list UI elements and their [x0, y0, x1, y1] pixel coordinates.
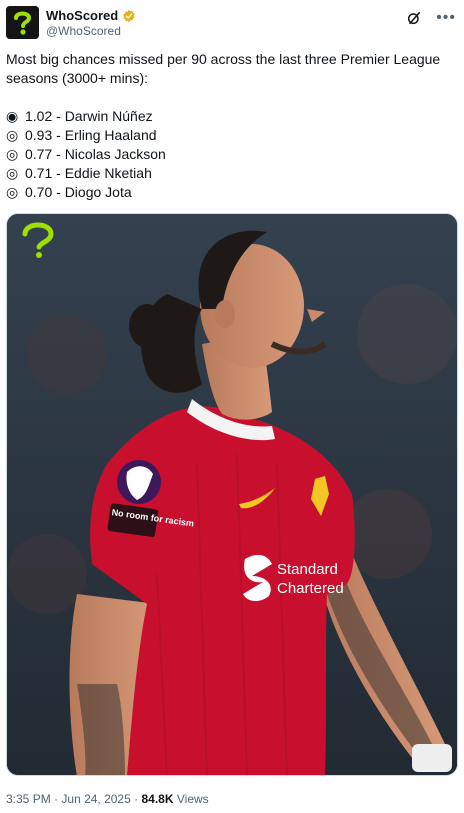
- tweet-footer: 3:35 PM · Jun 24, 2025 · 84.8K Views: [6, 792, 209, 806]
- sponsor-line-1: Standard: [277, 561, 338, 578]
- bullet-icon: ◎: [6, 184, 19, 200]
- footer-separator: ·: [134, 792, 139, 806]
- tweet-header: WhoScored @WhoScored •••: [6, 6, 458, 40]
- more-options-icon[interactable]: •••: [436, 10, 456, 26]
- list-item-text: 0.93 - Erling Haaland: [25, 127, 157, 143]
- list-item-text: 0.77 - Nicolas Jackson: [25, 146, 166, 162]
- author-name[interactable]: WhoScored: [46, 8, 118, 23]
- list-item: ◎ 0.77 - Nicolas Jackson: [6, 145, 456, 164]
- bullet-icon: ◎: [6, 165, 19, 181]
- whoscored-logo-icon: [6, 6, 39, 39]
- tweet-intro: Most big chances missed per 90 across th…: [6, 51, 441, 86]
- avatar[interactable]: [6, 6, 39, 39]
- list-item: ◎ 0.93 - Erling Haaland: [6, 126, 456, 145]
- view-count: 84.8K: [141, 792, 174, 806]
- list-item-text: 1.02 - Darwin Núñez: [25, 108, 153, 124]
- list-item-text: 0.70 - Diogo Jota: [25, 184, 132, 200]
- tweet-date[interactable]: Jun 24, 2025: [61, 792, 130, 806]
- views-label: Views: [176, 792, 209, 806]
- list-item: ◎ 0.70 - Diogo Jota: [6, 183, 456, 202]
- tweet-time[interactable]: 3:35 PM: [6, 792, 51, 806]
- header-actions: •••: [406, 10, 456, 26]
- bullet-icon: ◉: [6, 108, 19, 124]
- sponsor-line-2: Chartered: [277, 580, 344, 597]
- list-item: ◉ 1.02 - Darwin Núñez: [6, 107, 456, 126]
- tweet-text: Most big chances missed per 90 across th…: [6, 50, 456, 202]
- footer-separator: ·: [54, 792, 59, 806]
- tweet-media-image[interactable]: No room for racism Standard Chartered: [6, 213, 458, 776]
- bullet-icon: ◎: [6, 146, 19, 162]
- author-handle[interactable]: @WhoScored: [46, 24, 121, 38]
- list-item: ◎ 0.71 - Eddie Nketiah: [6, 164, 456, 183]
- bullet-icon: ◎: [6, 127, 19, 143]
- player-photo: No room for racism Standard Chartered: [7, 214, 457, 775]
- grok-icon[interactable]: [406, 10, 422, 26]
- stat-list: ◉ 1.02 - Darwin Núñez ◎ 0.93 - Erling Ha…: [6, 107, 456, 202]
- list-item-text: 0.71 - Eddie Nketiah: [25, 165, 152, 181]
- author-name-row: WhoScored: [46, 8, 136, 23]
- verified-badge-icon: [123, 9, 135, 22]
